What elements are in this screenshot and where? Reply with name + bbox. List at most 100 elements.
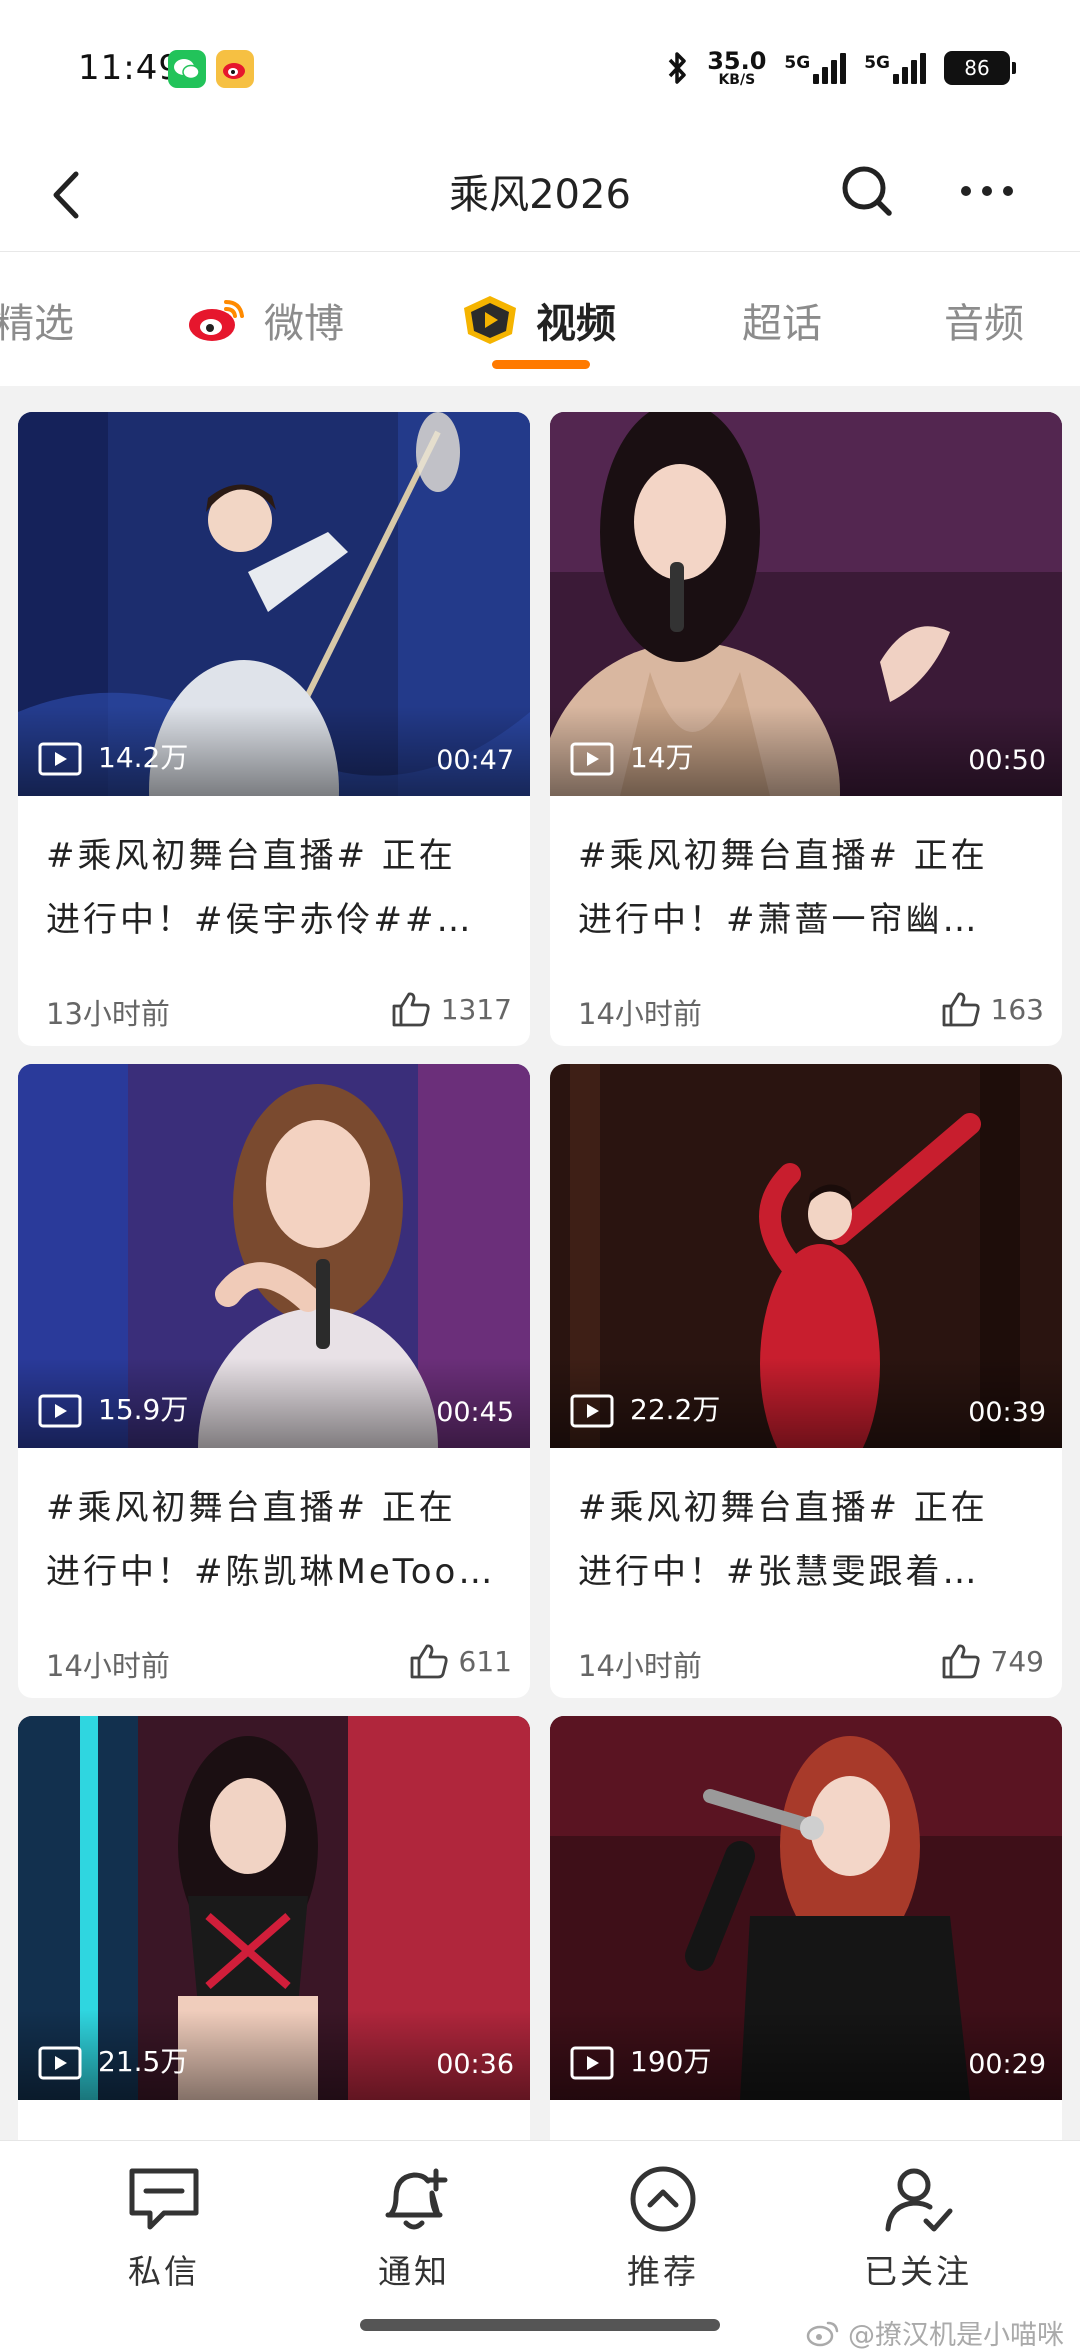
nav-messages[interactable]: 私信	[79, 2163, 249, 2293]
post-time: 14小时前	[578, 997, 702, 1031]
view-count: 14万	[630, 741, 694, 774]
video-caption[interactable]: #乘风初舞台直播# 正在 进行中！#侯宇赤伶##…	[46, 824, 506, 952]
view-count: 15.9万	[98, 1393, 189, 1426]
caption-line: #乘风初舞台直播# 正在	[46, 1488, 456, 1528]
video-card[interactable]: 14.2万 00:47 #乘风初舞台直播# 正在 进行中！#侯宇赤伶##… 13…	[18, 412, 530, 1046]
tab-super-topic[interactable]: 超话	[742, 292, 822, 348]
thumbs-up-icon	[942, 992, 980, 1027]
tab-featured[interactable]: 精选	[0, 292, 74, 348]
video-card[interactable]: 190万 00:29	[550, 1716, 1062, 2140]
tab-super-topic-label: 超话	[742, 301, 822, 347]
search-button[interactable]	[834, 158, 900, 224]
play-icon	[38, 1394, 82, 1428]
screen: 11:49 35.0 KB/S 5G 5G 86 乘风2026 精选 微博 视频…	[0, 0, 1080, 2352]
network-type-label-2: 5G	[864, 52, 890, 73]
tab-video[interactable]: 视频	[460, 292, 616, 348]
video-caption[interactable]: #乘风初舞台直播# 正在 进行中！#陈凯琳MeToo…	[46, 1476, 506, 1604]
search-icon	[842, 166, 892, 216]
video-duration: 00:39	[968, 1397, 1046, 1428]
nav-messages-label: 私信	[128, 2252, 200, 2291]
watermark: @撩汉机是小喵咪	[806, 2313, 1064, 2352]
network-speed-value: 35.0	[707, 47, 767, 75]
like-button[interactable]: 749	[941, 1642, 1044, 1680]
view-count: 14.2万	[98, 741, 189, 774]
home-indicator[interactable]	[360, 2319, 720, 2331]
more-horizontal-icon	[961, 186, 1013, 196]
caption-line: 进行中！#张慧雯跟着…	[578, 1552, 980, 1592]
video-thumbnail[interactable]: 21.5万 00:36	[18, 1716, 530, 2100]
play-icon	[570, 1394, 614, 1428]
signal-5g-primary: 5G	[784, 52, 847, 84]
video-card[interactable]: 21.5万 00:36	[18, 1716, 530, 2140]
like-count: 749	[990, 1644, 1044, 1678]
user-check-icon	[885, 2168, 953, 2232]
video-caption[interactable]: #乘风初舞台直播# 正在 进行中！#萧蔷一帘幽…	[578, 824, 1038, 952]
more-button[interactable]	[952, 158, 1022, 224]
active-tab-indicator	[492, 360, 590, 369]
tab-weibo-label: 微博	[264, 301, 344, 347]
status-time: 11:49	[78, 48, 181, 88]
play-icon	[570, 2046, 614, 2080]
video-duration: 00:29	[968, 2049, 1046, 2080]
top-app-bar: 乘风2026	[0, 140, 1080, 252]
video-duration: 00:45	[436, 1397, 514, 1428]
status-indicators: 35.0 KB/S 5G 5G 86	[667, 46, 1016, 90]
like-button[interactable]: 163	[941, 990, 1044, 1028]
caption-line: #乘风初舞台直播# 正在	[578, 836, 988, 876]
caption-line: #乘风初舞台直播# 正在	[578, 1488, 988, 1528]
video-caption[interactable]: #乘风初舞台直播# 正在 进行中！#张慧雯跟着…	[578, 1476, 1038, 1604]
tab-audio-label: 音频	[944, 301, 1024, 347]
message-icon	[129, 2168, 199, 2230]
like-count: 163	[990, 992, 1044, 1026]
wechat-notification-icon	[168, 50, 206, 88]
tab-audio[interactable]: 音频	[944, 292, 1024, 348]
tab-featured-label: 精选	[0, 301, 74, 347]
post-time: 14小时前	[578, 1649, 702, 1683]
video-duration: 00:47	[436, 745, 514, 776]
video-thumbnail[interactable]: 14.2万 00:47	[18, 412, 530, 796]
video-badge-icon	[464, 296, 516, 344]
nav-following-label: 已关注	[864, 2252, 972, 2291]
video-thumbnail[interactable]: 22.2万 00:39	[550, 1064, 1062, 1448]
bluetooth-icon	[668, 52, 686, 84]
caption-line: #乘风初舞台直播# 正在	[46, 836, 456, 876]
like-button[interactable]: 611	[409, 1642, 512, 1680]
weibo-watermark-icon	[806, 2321, 839, 2346]
bell-plus-icon	[385, 2168, 448, 2230]
category-tabs: 精选 微博 视频 超话 音频	[0, 252, 1080, 386]
video-duration: 00:36	[436, 2049, 514, 2080]
caption-line: 进行中！#侯宇赤伶##…	[46, 900, 474, 940]
battery-icon: 86	[944, 51, 1016, 85]
video-thumbnail[interactable]: 190万 00:29	[550, 1716, 1062, 2100]
video-duration: 00:50	[968, 745, 1046, 776]
view-count: 22.2万	[630, 1393, 721, 1426]
page-title: 乘风2026	[449, 172, 631, 218]
play-icon	[38, 742, 82, 776]
video-feed[interactable]: 14.2万 00:47 #乘风初舞台直播# 正在 进行中！#侯宇赤伶##… 13…	[0, 386, 1080, 2140]
video-card[interactable]: 14万 00:50 #乘风初舞台直播# 正在 进行中！#萧蔷一帘幽… 14小时前…	[550, 412, 1062, 1046]
video-thumbnail[interactable]: 14万 00:50	[550, 412, 1062, 796]
tab-weibo[interactable]: 微博	[186, 292, 344, 348]
nav-notifications-label: 通知	[378, 2252, 450, 2291]
thumbs-up-icon	[392, 992, 430, 1027]
nav-recommend-label: 推荐	[627, 2252, 699, 2291]
caption-line: 进行中！#萧蔷一帘幽…	[578, 900, 980, 940]
video-thumbnail[interactable]: 15.9万 00:45	[18, 1064, 530, 1448]
caption-line: 进行中！#陈凯琳MeToo…	[46, 1552, 496, 1592]
nav-recommend[interactable]: 推荐	[578, 2163, 748, 2293]
network-speed-unit: KB/S	[718, 72, 756, 88]
post-time: 13小时前	[46, 997, 170, 1031]
thumbs-up-icon	[942, 1644, 980, 1679]
video-card[interactable]: 15.9万 00:45 #乘风初舞台直播# 正在 进行中！#陈凯琳MeToo… …	[18, 1064, 530, 1698]
post-time: 14小时前	[46, 1649, 170, 1683]
view-count: 21.5万	[98, 2045, 189, 2078]
tab-video-label: 视频	[536, 301, 616, 347]
like-button[interactable]: 1317	[391, 990, 512, 1028]
nav-notifications[interactable]: 通知	[329, 2163, 499, 2293]
play-icon	[38, 2046, 82, 2080]
network-type-label: 5G	[784, 52, 811, 73]
network-speed: 35.0 KB/S	[707, 49, 766, 87]
nav-following[interactable]: 已关注	[833, 2163, 1003, 2293]
thumbs-up-icon	[410, 1644, 448, 1679]
video-card[interactable]: 22.2万 00:39 #乘风初舞台直播# 正在 进行中！#张慧雯跟着… 14小…	[550, 1064, 1062, 1698]
